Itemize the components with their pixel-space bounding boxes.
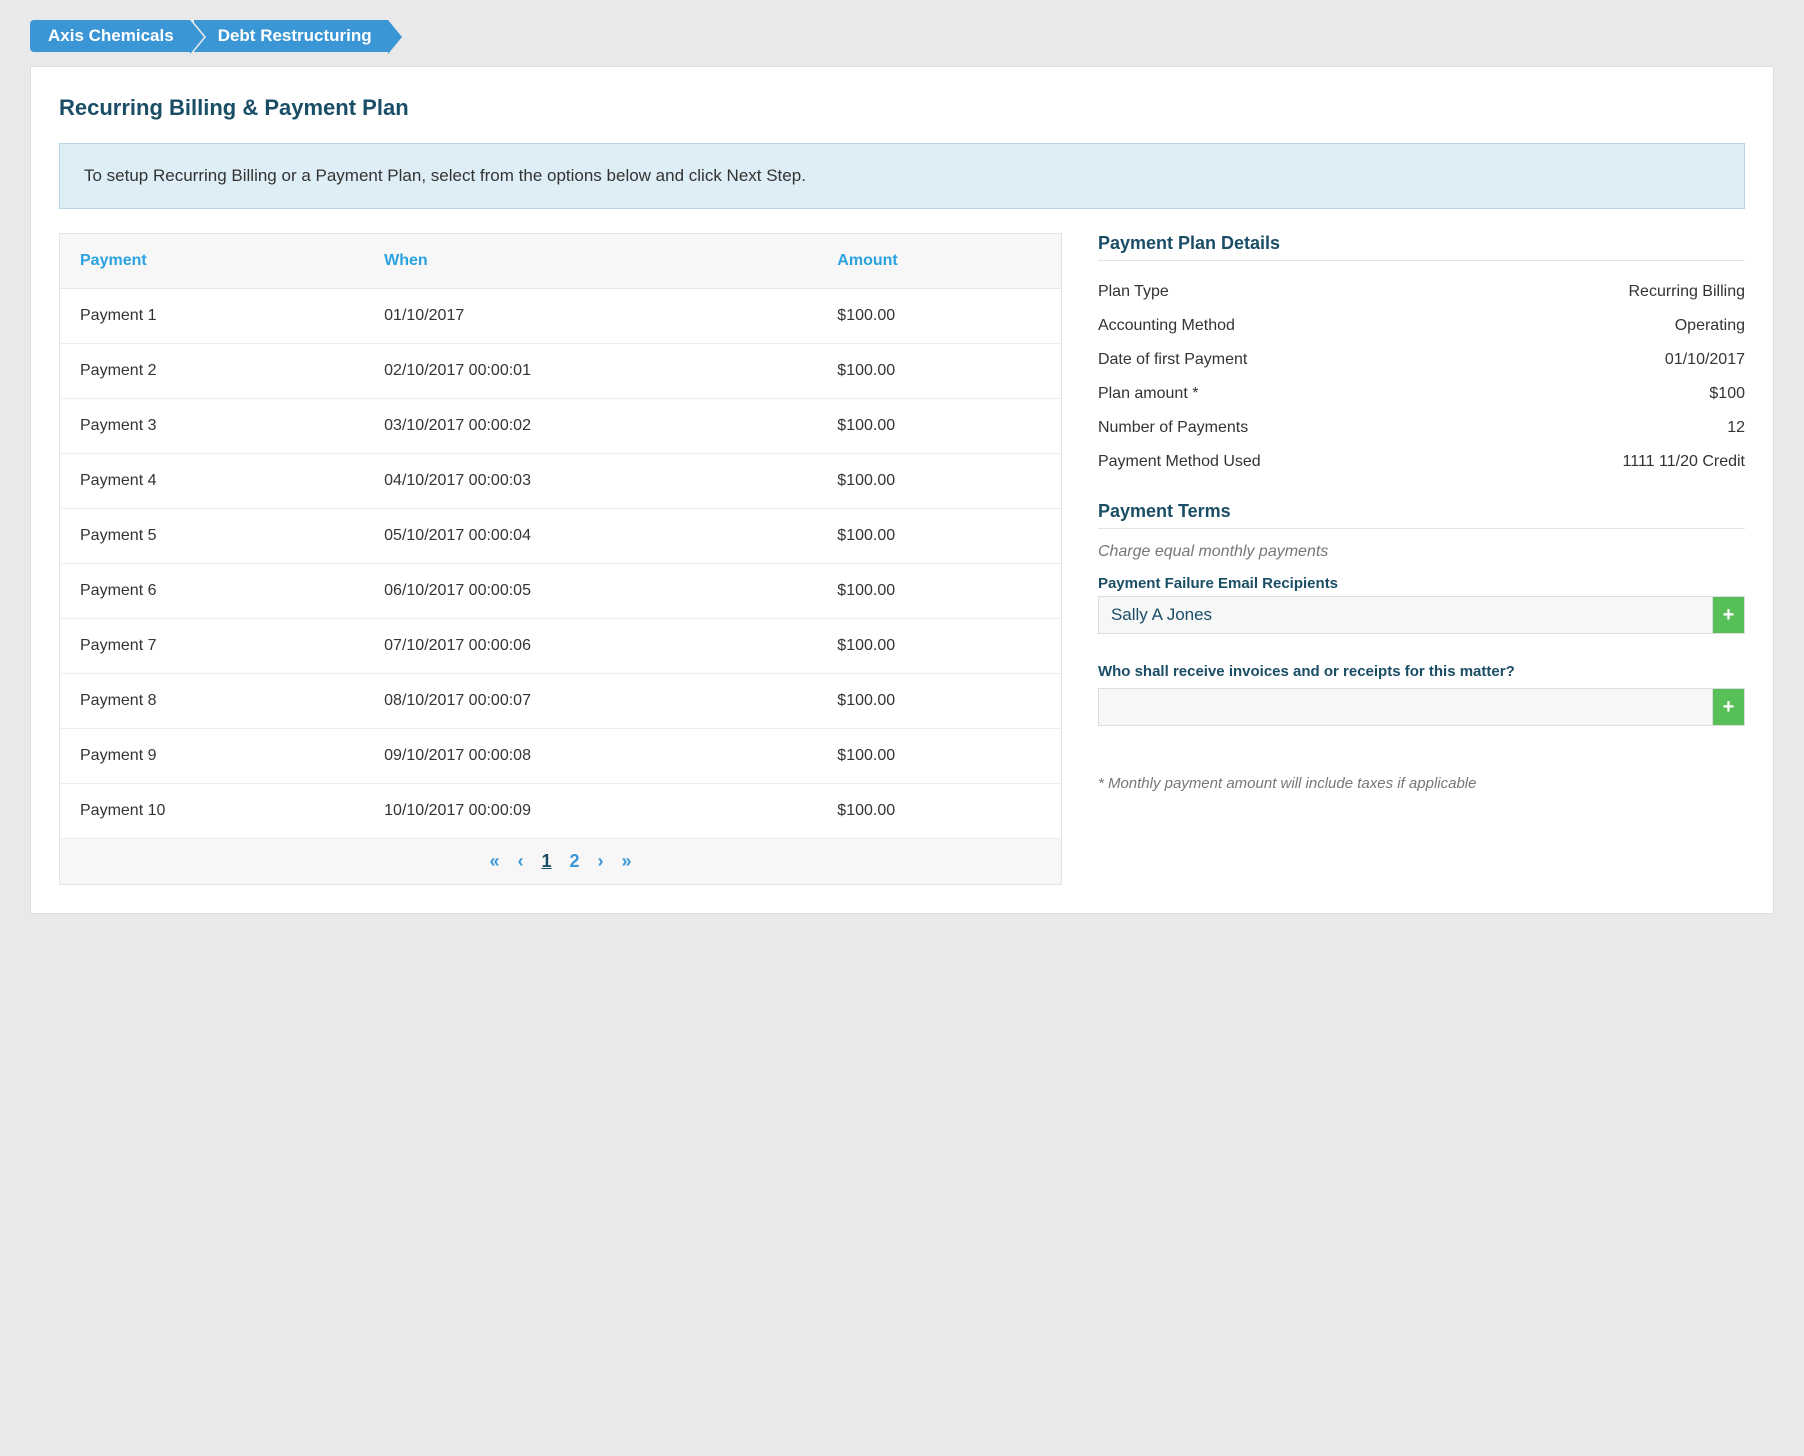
main-panel: Recurring Billing & Payment Plan To setu… [30,66,1774,914]
plus-icon: + [1723,604,1735,627]
invoice-recipient-input[interactable] [1099,689,1712,725]
table-row: Payment 202/10/2017 00:00:01$100.00 [60,344,1061,399]
detail-value: $100 [1709,385,1745,403]
table-row: Payment 404/10/2017 00:00:03$100.00 [60,454,1061,509]
cell-payment: Payment 8 [60,674,364,729]
detail-row: Date of first Payment 01/10/2017 [1098,343,1745,377]
cell-when: 07/10/2017 00:00:06 [364,619,817,674]
cell-when: 02/10/2017 00:00:01 [364,344,817,399]
detail-row: Plan amount * $100 [1098,377,1745,411]
cell-when: 05/10/2017 00:00:04 [364,509,817,564]
cell-amount: $100.00 [817,344,1061,399]
plus-icon: + [1723,696,1735,719]
detail-value: Recurring Billing [1629,283,1746,301]
cell-payment: Payment 9 [60,729,364,784]
detail-label: Number of Payments [1098,419,1248,437]
cell-amount: $100.00 [817,784,1061,839]
footnote: * Monthly payment amount will include ta… [1098,774,1745,794]
recipients-label: Payment Failure Email Recipients [1098,575,1745,592]
detail-label: Payment Method Used [1098,453,1261,471]
breadcrumb: Axis Chemicals Debt Restructuring [30,20,1774,52]
cell-amount: $100.00 [817,399,1061,454]
table-row: Payment 606/10/2017 00:00:05$100.00 [60,564,1061,619]
cell-amount: $100.00 [817,619,1061,674]
page-title: Recurring Billing & Payment Plan [59,95,1745,121]
cell-amount: $100.00 [817,454,1061,509]
page-1[interactable]: 1 [541,851,551,872]
col-header-payment[interactable]: Payment [60,234,364,289]
divider [1098,528,1745,529]
payments-table: Payment When Amount Payment 101/10/2017$… [59,233,1062,885]
cell-when: 04/10/2017 00:00:03 [364,454,817,509]
detail-value: Operating [1675,317,1745,335]
cell-when: 06/10/2017 00:00:05 [364,564,817,619]
pagination: « ‹ 1 2 › » [60,838,1061,884]
cell-payment: Payment 6 [60,564,364,619]
cell-payment: Payment 4 [60,454,364,509]
recipient-row: Sally A Jones + [1098,596,1745,634]
table-row: Payment 303/10/2017 00:00:02$100.00 [60,399,1061,454]
table-row: Payment 909/10/2017 00:00:08$100.00 [60,729,1061,784]
page-first-icon[interactable]: « [489,851,499,872]
add-recipient-button[interactable]: + [1712,597,1744,633]
page-prev-icon[interactable]: ‹ [517,851,523,872]
page-2[interactable]: 2 [569,851,579,872]
detail-row: Plan Type Recurring Billing [1098,275,1745,309]
divider [1098,260,1745,261]
table-row: Payment 505/10/2017 00:00:04$100.00 [60,509,1061,564]
invoice-question: Who shall receive invoices and or receip… [1098,662,1745,682]
recipient-name[interactable]: Sally A Jones [1099,597,1712,633]
cell-payment: Payment 7 [60,619,364,674]
invoice-recipient-row: + [1098,688,1745,726]
add-invoice-recipient-button[interactable]: + [1712,689,1744,725]
cell-when: 09/10/2017 00:00:08 [364,729,817,784]
cell-amount: $100.00 [817,509,1061,564]
detail-row: Number of Payments 12 [1098,411,1745,445]
page-last-icon[interactable]: » [621,851,631,872]
terms-text: Charge equal monthly payments [1098,543,1745,561]
cell-amount: $100.00 [817,729,1061,784]
detail-row: Accounting Method Operating [1098,309,1745,343]
detail-value: 01/10/2017 [1665,351,1745,369]
terms-title: Payment Terms [1098,501,1745,522]
detail-label: Accounting Method [1098,317,1235,335]
breadcrumb-matter[interactable]: Debt Restructuring [194,20,388,52]
table-row: Payment 1010/10/2017 00:00:09$100.00 [60,784,1061,839]
table-row: Payment 101/10/2017$100.00 [60,289,1061,344]
detail-row: Payment Method Used 1111 11/20 Credit [1098,445,1745,479]
table-row: Payment 808/10/2017 00:00:07$100.00 [60,674,1061,729]
cell-payment: Payment 2 [60,344,364,399]
cell-amount: $100.00 [817,564,1061,619]
cell-when: 10/10/2017 00:00:09 [364,784,817,839]
col-header-amount[interactable]: Amount [817,234,1061,289]
cell-amount: $100.00 [817,674,1061,729]
cell-when: 08/10/2017 00:00:07 [364,674,817,729]
cell-payment: Payment 5 [60,509,364,564]
cell-payment: Payment 1 [60,289,364,344]
table-row: Payment 707/10/2017 00:00:06$100.00 [60,619,1061,674]
detail-value: 1111 11/20 Credit [1623,453,1745,471]
info-banner: To setup Recurring Billing or a Payment … [59,143,1745,209]
detail-label: Plan Type [1098,283,1169,301]
detail-label: Plan amount * [1098,385,1199,403]
detail-value: 12 [1727,419,1745,437]
detail-label: Date of first Payment [1098,351,1247,369]
page-next-icon[interactable]: › [597,851,603,872]
cell-payment: Payment 10 [60,784,364,839]
cell-amount: $100.00 [817,289,1061,344]
col-header-when[interactable]: When [364,234,817,289]
cell-when: 01/10/2017 [364,289,817,344]
cell-payment: Payment 3 [60,399,364,454]
breadcrumb-company[interactable]: Axis Chemicals [30,20,190,52]
cell-when: 03/10/2017 00:00:02 [364,399,817,454]
details-title: Payment Plan Details [1098,233,1745,254]
